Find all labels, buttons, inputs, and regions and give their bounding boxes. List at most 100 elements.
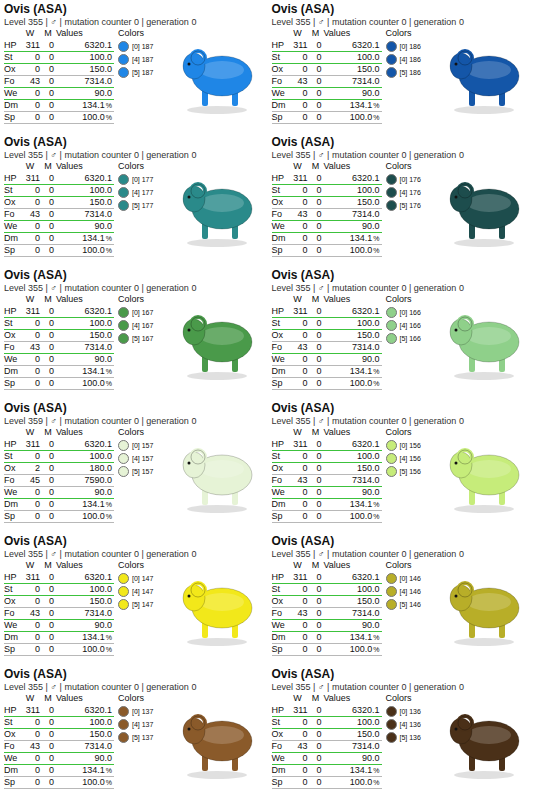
stat-row: St00100.0 (4, 717, 114, 729)
creature-card: Ovis (ASA)Level 355 | ♂ | mutation count… (268, 0, 535, 133)
creature-picture (438, 693, 532, 789)
stats-table: WMValuesHP31106320.1St00100.0Ox20180.0Fo… (4, 427, 114, 523)
stat-row: HP31106320.1 (272, 40, 382, 52)
color-swatch: [0] 166 (386, 307, 434, 318)
color-swatch: [5] 136 (386, 732, 434, 743)
creature-title: Ovis (ASA) (272, 667, 532, 681)
stat-row: HP31106320.1 (4, 173, 114, 185)
color-swatch: [5] 137 (118, 732, 166, 743)
ovis-icon (439, 169, 529, 249)
colors-list: Colors[0] 177[4] 177[5] 177 (118, 161, 166, 211)
stat-row: St00100.0 (272, 52, 382, 64)
stat-row: St00100.0 (272, 717, 382, 729)
stat-row: We0090.0 (4, 753, 114, 765)
ovis-icon (439, 302, 529, 382)
stat-row: Dm00134.1% (4, 100, 114, 112)
stats-header: WMValues (4, 560, 114, 572)
stat-row: We0090.0 (272, 221, 382, 233)
stat-row: Fo4507590.0 (4, 475, 114, 487)
stat-row: Sp00100.0% (4, 378, 114, 390)
stat-row: We0090.0 (4, 620, 114, 632)
color-swatch: [4] 177 (118, 187, 166, 198)
color-swatch: [5] 187 (118, 67, 166, 78)
stat-row: We0090.0 (4, 88, 114, 100)
stats-header: WMValues (4, 427, 114, 439)
creature-card: Ovis (ASA)Level 355 | ♂ | mutation count… (268, 665, 535, 798)
stat-row: Ox00150.0 (272, 330, 382, 342)
creature-subtitle: Level 355 | ♂ | mutation counter 0 | gen… (4, 149, 264, 161)
creature-title: Ovis (ASA) (272, 268, 532, 282)
ovis-icon (172, 435, 262, 515)
stat-row: St00100.0 (4, 318, 114, 330)
ovis-icon (439, 701, 529, 781)
stat-row: Fo4307314.0 (4, 608, 114, 620)
creature-title: Ovis (ASA) (4, 135, 264, 149)
colors-list: Colors[0] 136[4] 136[5] 136 (386, 693, 434, 743)
color-swatch: [5] 157 (118, 466, 166, 477)
color-swatch: [4] 187 (118, 54, 166, 65)
ovis-icon (172, 701, 262, 781)
color-swatch: [0] 136 (386, 706, 434, 717)
stat-row: Sp00100.0% (4, 112, 114, 124)
creature-title: Ovis (ASA) (4, 401, 264, 415)
stat-row: Fo4307314.0 (272, 342, 382, 354)
ovis-icon (439, 435, 529, 515)
stat-row: Sp00100.0% (272, 644, 382, 656)
creature-subtitle: Level 355 | ♂ | mutation counter 0 | gen… (4, 548, 264, 560)
creature-picture (438, 427, 532, 523)
stat-row: HP31106320.1 (4, 572, 114, 584)
stats-table: WMValuesHP31106320.1St00100.0Ox00150.0Fo… (272, 560, 382, 656)
color-swatch: [0] 186 (386, 41, 434, 52)
color-swatch: [4] 157 (118, 453, 166, 464)
stats-table: WMValuesHP31106320.1St00100.0Ox00150.0Fo… (4, 560, 114, 656)
creature-subtitle: Level 355 | ♂ | mutation counter 0 | gen… (4, 681, 264, 693)
stat-row: HP31106320.1 (272, 173, 382, 185)
creature-picture (438, 161, 532, 257)
stats-header: WMValues (272, 161, 382, 173)
creature-card: Ovis (ASA)Level 355 | ♂ | mutation count… (268, 532, 535, 665)
stat-row: Dm00134.1% (272, 632, 382, 644)
stat-row: Dm00134.1% (4, 765, 114, 777)
stats-header: WMValues (272, 427, 382, 439)
color-swatch: [5] 147 (118, 599, 166, 610)
stat-row: Sp00100.0% (272, 245, 382, 257)
stat-row: HP31106320.1 (272, 705, 382, 717)
stat-row: Dm00134.1% (4, 499, 114, 511)
stat-row: Ox00150.0 (272, 64, 382, 76)
stats-header: WMValues (272, 560, 382, 572)
stat-row: Ox00150.0 (4, 330, 114, 342)
ovis-icon (439, 36, 529, 116)
stat-row: We0090.0 (272, 620, 382, 632)
creature-picture (170, 161, 264, 257)
colors-list: Colors[0] 156[4] 156[5] 156 (386, 427, 434, 477)
stat-row: Ox00150.0 (4, 729, 114, 741)
stats-table: WMValuesHP31106320.1St00100.0Ox00150.0Fo… (4, 28, 114, 124)
stat-row: Fo4307314.0 (272, 209, 382, 221)
creature-card: Ovis (ASA)Level 355 | ♂ | mutation count… (0, 266, 268, 399)
stat-row: We0090.0 (4, 487, 114, 499)
colors-list: Colors[0] 186[4] 186[5] 186 (386, 28, 434, 78)
color-swatch: [0] 187 (118, 41, 166, 52)
color-swatch: [0] 176 (386, 174, 434, 185)
creature-title: Ovis (ASA) (4, 534, 264, 548)
stat-row: We0090.0 (272, 753, 382, 765)
creature-title: Ovis (ASA) (4, 2, 264, 16)
stat-row: Fo4307314.0 (4, 342, 114, 354)
stat-row: We0090.0 (4, 354, 114, 366)
color-swatch: [5] 167 (118, 333, 166, 344)
stat-row: St00100.0 (272, 584, 382, 596)
creature-title: Ovis (ASA) (272, 135, 532, 149)
stat-row: Ox00150.0 (272, 463, 382, 475)
color-swatch: [0] 157 (118, 440, 166, 451)
color-swatch: [0] 177 (118, 174, 166, 185)
ovis-icon (172, 169, 262, 249)
stat-row: Sp00100.0% (4, 511, 114, 523)
creature-title: Ovis (ASA) (272, 401, 532, 415)
stat-row: Fo4307314.0 (272, 608, 382, 620)
creature-subtitle: Level 359 | ♂ | mutation counter 0 | gen… (4, 415, 264, 427)
stat-row: Ox00150.0 (4, 596, 114, 608)
stat-row: Dm00134.1% (272, 100, 382, 112)
stat-row: We0090.0 (4, 221, 114, 233)
stat-row: Sp00100.0% (272, 777, 382, 789)
stat-row: St00100.0 (272, 318, 382, 330)
